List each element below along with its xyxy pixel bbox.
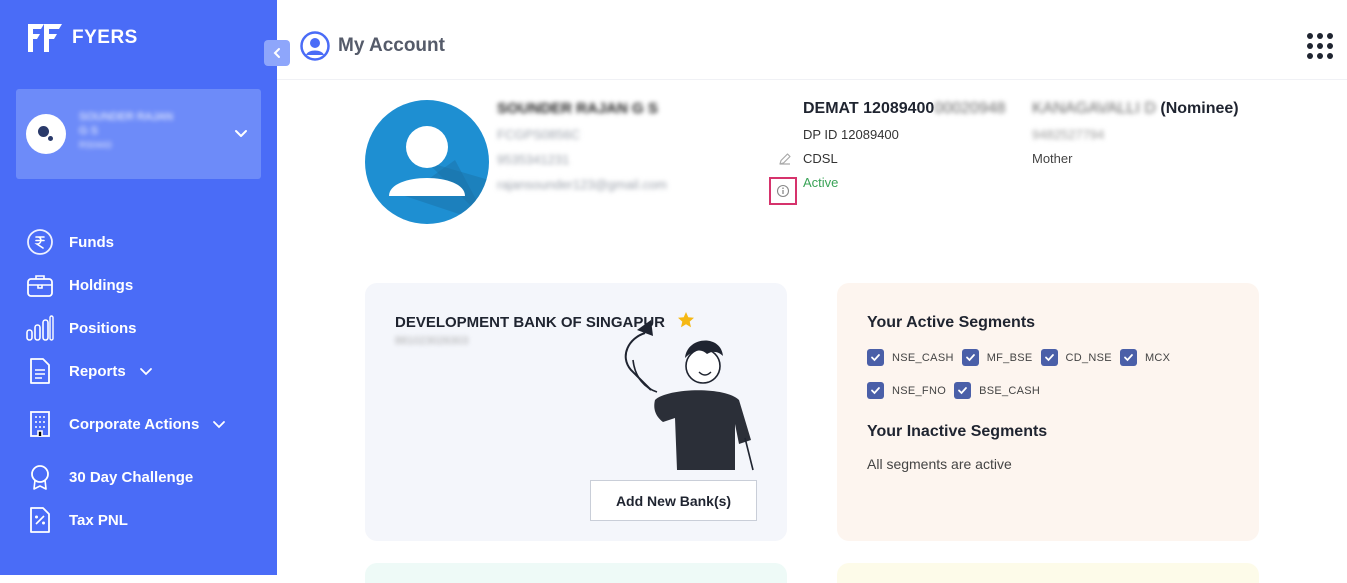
badge-icon xyxy=(26,463,54,491)
segment-label: BSE_CASH xyxy=(979,384,1041,397)
profile-avatar xyxy=(26,114,66,154)
bank-account-number: 881023026303 xyxy=(395,335,469,347)
sidebar-item-label: Funds xyxy=(69,233,114,251)
nominee-relation: Mother xyxy=(1032,151,1073,166)
nominee-phone: 9482527794 xyxy=(1032,127,1105,142)
demat-title: DEMAT 1208940000020948 xyxy=(803,100,1006,118)
nominee-name: KANAGAVALLI D xyxy=(1032,100,1156,117)
account-icon xyxy=(300,31,330,61)
sidebar-item-30-day-challenge[interactable]: 30 Day Challenge xyxy=(26,463,193,491)
segment-label: MCX xyxy=(1144,351,1171,364)
sidebar: FYERS SOUNDER RAJAN G S RS0443 Funds Hol… xyxy=(0,0,277,575)
sidebar-item-holdings[interactable]: Holdings xyxy=(26,271,133,299)
segment-label: NSE_CASH xyxy=(892,351,954,364)
segment-label: MF_BSE xyxy=(986,351,1033,364)
bank-card: DEVELOPMENT BANK OF SINGAPUR 88102302630… xyxy=(365,283,787,541)
card-peek-right xyxy=(837,563,1259,583)
fyers-logo[interactable]: FYERS xyxy=(26,22,138,54)
brand-name: FYERS xyxy=(72,27,138,48)
inactive-segments-text: All segments are active xyxy=(867,456,1012,472)
chevron-down-icon[interactable] xyxy=(138,363,154,379)
checkbox-checked-icon[interactable] xyxy=(1040,349,1058,366)
building-icon xyxy=(26,410,54,438)
nominee-title: KANAGAVALLI D (Nominee) xyxy=(1032,100,1239,118)
sidebar-item-label: 30 Day Challenge xyxy=(69,468,194,486)
sidebar-item-label: Holdings xyxy=(69,276,134,294)
tax-icon xyxy=(26,506,54,534)
sidebar-item-reports[interactable]: Reports xyxy=(26,357,154,385)
page-title-text: My Account xyxy=(338,35,445,56)
user-pan: FCGPS0856C xyxy=(497,127,581,142)
active-segments-list: NSE_CASH MF_BSE CD_NSE MCX NSE_FNO BSE_C… xyxy=(867,349,1197,399)
chevron-down-icon[interactable] xyxy=(233,125,249,141)
checkbox-checked-icon[interactable] xyxy=(867,382,884,399)
profile-details: SOUNDER RAJAN G S RS0443 xyxy=(79,110,173,152)
user-phone: 9535341231 xyxy=(497,152,570,167)
checkbox-checked-icon[interactable] xyxy=(867,349,884,366)
briefcase-icon xyxy=(26,271,54,299)
sidebar-item-positions[interactable]: Positions xyxy=(26,314,137,342)
segment-mcx[interactable]: MCX xyxy=(1119,349,1171,366)
profile-name-line1: SOUNDER RAJAN xyxy=(79,111,174,123)
bank-name: DEVELOPMENT BANK OF SINGAPUR xyxy=(395,314,666,331)
nominee-info: KANAGAVALLI D (Nominee) 9482527794 Mothe… xyxy=(1032,100,1239,166)
user-email: rajansounder123@gmail.com xyxy=(497,177,668,192)
star-icon xyxy=(678,312,694,328)
checkbox-checked-icon[interactable] xyxy=(954,382,972,399)
segments-card: Your Active Segments NSE_CASH MF_BSE CD_… xyxy=(837,283,1259,541)
card-peek-left xyxy=(365,563,787,583)
active-segments-title: Your Active Segments xyxy=(867,314,1036,331)
topbar: My Account xyxy=(277,0,1347,80)
profile-name-line2: G S xyxy=(79,125,98,137)
segment-nse-cash[interactable]: NSE_CASH xyxy=(867,349,954,366)
sidebar-item-tax-pnl[interactable]: Tax PNL xyxy=(26,506,128,534)
add-new-bank-button[interactable]: Add New Bank(s) xyxy=(590,480,757,521)
status-badge: Active xyxy=(803,175,839,190)
dp-id: DP ID 12089400 xyxy=(803,127,899,142)
document-icon xyxy=(26,357,54,385)
sidebar-item-label: Corporate Actions xyxy=(69,415,200,433)
apps-grid-icon[interactable] xyxy=(1307,33,1333,59)
profile-switcher[interactable]: SOUNDER RAJAN G S RS0443 xyxy=(16,89,261,179)
info-button[interactable] xyxy=(769,177,797,205)
checkbox-checked-icon[interactable] xyxy=(961,349,979,366)
demat-title-masked: 00020948 xyxy=(934,100,1006,117)
nominee-label: (Nominee) xyxy=(1160,100,1239,117)
demat-title-prefix: DEMAT 12089400 xyxy=(803,100,935,117)
sidebar-item-label: Reports xyxy=(69,362,126,380)
fyers-logo-icon xyxy=(28,24,62,52)
inactive-segments-title: Your Inactive Segments xyxy=(867,423,1048,440)
profile-client-id: RS0443 xyxy=(79,140,112,150)
user-name: SOUNDER RAJAN G S xyxy=(497,100,658,117)
page-title: My Account xyxy=(300,31,445,61)
sidebar-item-funds[interactable]: Funds xyxy=(26,228,114,256)
segment-mf-bse[interactable]: MF_BSE xyxy=(961,349,1033,366)
segment-label: NSE_FNO xyxy=(892,384,947,397)
person-celebrating-illustration xyxy=(624,320,754,471)
user-avatar xyxy=(365,100,489,224)
sidebar-item-corporate-actions[interactable]: Corporate Actions xyxy=(26,410,227,438)
segment-cd-nse[interactable]: CD_NSE xyxy=(1040,349,1112,366)
checkbox-checked-icon[interactable] xyxy=(1119,349,1137,366)
segment-bse-cash[interactable]: BSE_CASH xyxy=(954,382,1040,399)
user-info: SOUNDER RAJAN G S FCGPS0856C 9535341231 … xyxy=(497,100,667,192)
chevron-down-icon[interactable] xyxy=(211,416,227,432)
sidebar-item-label: Tax PNL xyxy=(69,511,128,529)
info-icon xyxy=(776,184,790,198)
demat-info: DEMAT 1208940000020948 DP ID 12089400 CD… xyxy=(803,100,1006,190)
pencil-icon[interactable] xyxy=(778,152,792,166)
segment-nse-fno[interactable]: NSE_FNO xyxy=(867,382,946,399)
segment-label: CD_NSE xyxy=(1065,351,1112,364)
depository: CDSL xyxy=(803,151,838,166)
bar-chart-icon xyxy=(26,314,54,342)
rupee-icon xyxy=(26,228,54,256)
sidebar-item-label: Positions xyxy=(69,319,137,337)
